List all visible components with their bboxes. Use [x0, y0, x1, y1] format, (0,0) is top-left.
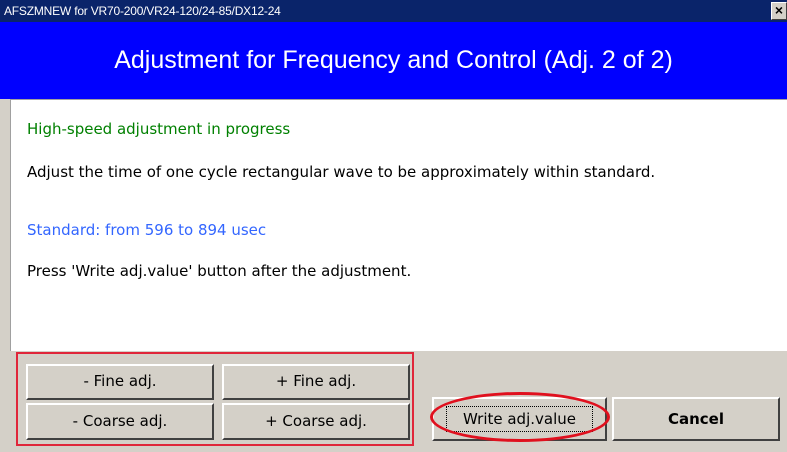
- coarse-decrease-label: - Coarse adj.: [72, 412, 168, 430]
- fine-increase-button[interactable]: + Fine adj.: [222, 364, 410, 400]
- dialog-window: AFSZMNEW for VR70-200/VR24-120/24-85/DX1…: [0, 0, 787, 452]
- coarse-increase-button[interactable]: + Coarse adj.: [222, 403, 410, 440]
- cancel-label: Cancel: [667, 410, 724, 428]
- status-text: High-speed adjustment in progress: [27, 120, 291, 138]
- write-adj-value-label: Write adj.value: [463, 410, 576, 428]
- fine-decrease-label: - Fine adj.: [83, 372, 157, 390]
- write-adj-value-button[interactable]: Write adj.value: [432, 397, 607, 441]
- coarse-increase-label: + Coarse adj.: [265, 412, 367, 430]
- instruction-text: Adjust the time of one cycle rectangular…: [27, 163, 656, 181]
- standard-range-text: Standard: from 596 to 894 usec: [27, 221, 267, 239]
- close-button[interactable]: ×: [771, 2, 787, 20]
- fine-decrease-button[interactable]: - Fine adj.: [26, 364, 214, 400]
- cancel-button[interactable]: Cancel: [612, 397, 780, 441]
- window-title: AFSZMNEW for VR70-200/VR24-120/24-85/DX1…: [4, 4, 281, 18]
- header-banner: Adjustment for Frequency and Control (Ad…: [0, 22, 787, 99]
- fine-increase-label: + Fine adj.: [275, 372, 357, 390]
- title-bar[interactable]: AFSZMNEW for VR70-200/VR24-120/24-85/DX1…: [0, 0, 787, 22]
- page-title: Adjustment for Frequency and Control (Ad…: [114, 46, 673, 74]
- press-note-text: Press 'Write adj.value' button after the…: [27, 262, 412, 280]
- coarse-decrease-button[interactable]: - Coarse adj.: [26, 403, 214, 440]
- close-icon: ×: [774, 2, 784, 18]
- message-panel: High-speed adjustment in progress Adjust…: [10, 99, 787, 351]
